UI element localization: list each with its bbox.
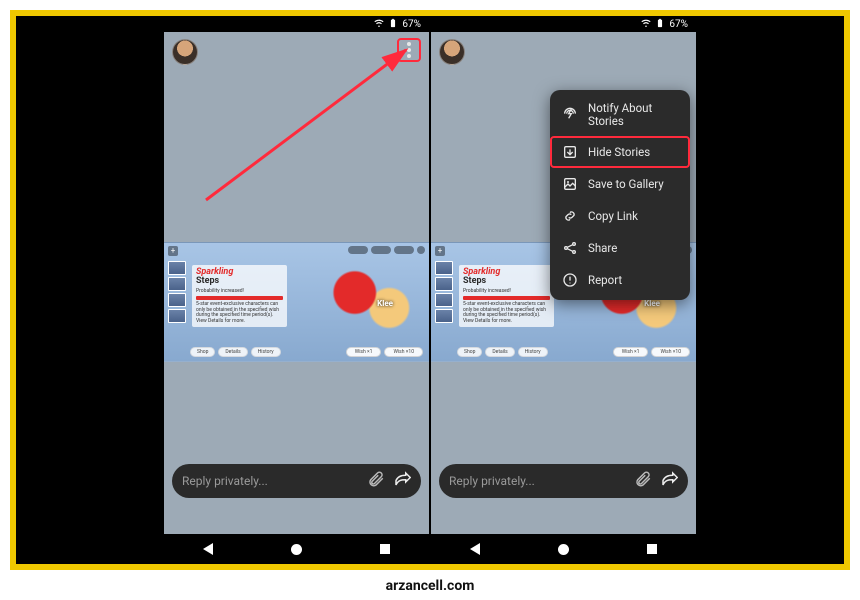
attach-icon[interactable] [367, 470, 385, 492]
status-bar: 67% [431, 16, 696, 32]
reply-input[interactable]: Reply privately... [182, 474, 359, 488]
game-wish-buttons: Wish ×1 Wish ×10 [613, 347, 690, 357]
menu-copy-label: Copy Link [588, 210, 638, 223]
banner-title-2: Steps [196, 277, 283, 287]
banner-thumbs [435, 261, 455, 325]
android-navbar [431, 534, 696, 564]
menu-share[interactable]: Share [550, 232, 690, 264]
game-wish-buttons: Wish ×1 Wish ×10 [346, 347, 423, 357]
character-name: Klee [644, 299, 660, 308]
share-icon[interactable] [660, 470, 678, 492]
left-pad [16, 16, 164, 564]
watermark: arzancell.com [0, 578, 860, 594]
battery-icon [388, 18, 398, 31]
wifi-icon [374, 18, 384, 31]
page: 67% + Spar [0, 0, 860, 600]
nav-back[interactable] [203, 543, 213, 555]
story-options-menu: Notify About Stories Hide Stories Save t… [550, 90, 690, 300]
menu-report[interactable]: Report [550, 264, 690, 296]
phone-left: 67% + Spar [164, 16, 429, 564]
battery-icon [655, 18, 665, 31]
nav-recent[interactable] [380, 544, 390, 554]
story-body[interactable]: Notify About Stories Hide Stories Save t… [431, 72, 696, 534]
character-name: Klee [377, 299, 393, 308]
menu-notify-label: Notify About Stories [588, 102, 678, 128]
game-bottom-buttons: Shop Details History [457, 347, 548, 357]
reply-input[interactable]: Reply privately... [449, 474, 626, 488]
menu-hide-stories[interactable]: Hide Stories [550, 136, 690, 168]
plus-icon: + [168, 246, 178, 256]
reply-bar: Reply privately... [439, 464, 688, 498]
menu-copy-link[interactable]: Copy Link [550, 200, 690, 232]
banner-thumbs [168, 261, 188, 325]
banner-title-box: Sparkling Steps Probability increased! 5… [192, 265, 287, 327]
wifi-icon [641, 18, 651, 31]
game-topbar: + [168, 246, 425, 256]
share-icon[interactable] [393, 470, 411, 492]
battery-text: 67% [669, 19, 688, 30]
menu-hide-label: Hide Stories [588, 146, 650, 159]
banner-title-2: Steps [463, 277, 550, 287]
attach-icon[interactable] [634, 470, 652, 492]
menu-notify[interactable]: Notify About Stories [550, 94, 690, 136]
status-bar: 67% [164, 16, 429, 32]
more-options-button[interactable] [397, 38, 421, 62]
tutorial-frame: 67% + Spar [10, 10, 850, 570]
menu-save-gallery[interactable]: Save to Gallery [550, 168, 690, 200]
menu-report-label: Report [588, 274, 622, 287]
battery-text: 67% [402, 19, 421, 30]
menu-share-label: Share [588, 242, 617, 255]
plus-icon: + [435, 246, 445, 256]
avatar[interactable] [172, 39, 198, 65]
nav-back[interactable] [470, 543, 480, 555]
banner-sub: Probability increased! [463, 289, 550, 295]
phone-pair: 67% + Spar [164, 16, 696, 564]
right-pad [696, 16, 844, 564]
banner-title-box: Sparkling Steps Probability increased! 5… [459, 265, 554, 327]
game-bottom-buttons: Shop Details History [190, 347, 281, 357]
menu-save-label: Save to Gallery [588, 178, 664, 191]
nav-home[interactable] [291, 544, 302, 555]
reply-bar: Reply privately... [172, 464, 421, 498]
story-header [164, 32, 429, 72]
avatar[interactable] [439, 39, 465, 65]
nav-recent[interactable] [647, 544, 657, 554]
nav-home[interactable] [558, 544, 569, 555]
story-content-image: + Sparkling Steps Probability increased!… [164, 242, 429, 362]
banner-sub: Probability increased! [196, 289, 283, 295]
phone-right: 67% Notify About Stories Hide Stories [431, 16, 696, 564]
story-header [431, 32, 696, 72]
story-body[interactable]: + Sparkling Steps Probability increased!… [164, 72, 429, 534]
android-navbar [164, 534, 429, 564]
